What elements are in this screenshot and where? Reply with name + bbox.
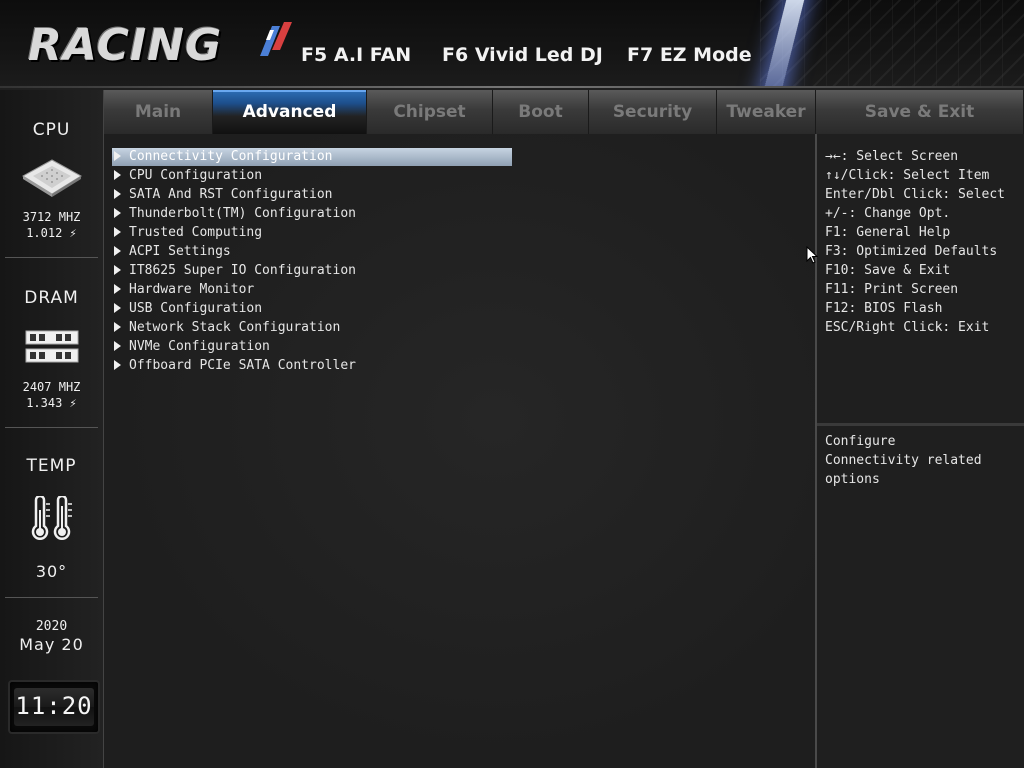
- submenu-arrow-icon: [114, 284, 121, 294]
- submenu-arrow-icon: [114, 360, 121, 370]
- help-panel: →←: Select Screen ↑↓/Click: Select Item …: [817, 134, 1024, 768]
- help-description-line: Configure: [825, 434, 896, 449]
- temp-title: TEMP: [26, 456, 77, 476]
- help-key-line: ESC/Right Click: Exit: [825, 320, 990, 335]
- help-key-line: F12: BIOS Flash: [825, 301, 943, 316]
- help-key-line: Enter/Dbl Click: Select: [825, 187, 1006, 202]
- tab-advanced[interactable]: Advanced: [213, 90, 367, 134]
- menu-item-connectivity[interactable]: Connectivity Configuration: [112, 148, 512, 166]
- menu-item-acpi[interactable]: ACPI Settings: [112, 243, 512, 261]
- cpu-frequency: 3712 MHZ: [22, 210, 81, 224]
- cpu-title: CPU: [32, 120, 71, 140]
- help-key-line: F11: Print Screen: [825, 282, 959, 297]
- flag-icon: [260, 22, 292, 56]
- submenu-arrow-icon: [114, 189, 121, 199]
- help-key-line: F1: General Help: [825, 225, 951, 240]
- temp-value: 30°: [35, 562, 68, 581]
- date-year: 2020: [35, 619, 68, 634]
- submenu-arrow-icon: [114, 151, 121, 161]
- racing-logo: RACING: [28, 18, 292, 74]
- date-month-day: May 20: [19, 635, 84, 654]
- menu-item-cpu[interactable]: CPU Configuration: [112, 167, 512, 185]
- dram-voltage: 1.343 ⚡: [26, 396, 77, 410]
- help-key-line: ↑↓/Click: Select Item: [825, 168, 990, 183]
- cpu-chip-icon: [0, 158, 103, 198]
- menu-item-usb[interactable]: USB Configuration: [112, 300, 512, 318]
- submenu-arrow-icon: [114, 170, 121, 180]
- help-description-line: options: [825, 472, 880, 487]
- submenu-arrow-icon: [114, 227, 121, 237]
- help-key-line: F3: Optimized Defaults: [825, 244, 998, 259]
- tab-save-exit[interactable]: Save & Exit: [816, 90, 1024, 134]
- help-description-line: Connectivity related: [825, 453, 982, 468]
- sidebar-divider: [5, 257, 98, 258]
- ez-mode-hotkey[interactable]: F7 EZ Mode: [627, 44, 752, 66]
- cpu-voltage: 1.012 ⚡: [26, 226, 77, 240]
- tab-main[interactable]: Main: [104, 90, 213, 134]
- submenu-arrow-icon: [114, 322, 121, 332]
- menu-item-sata-rst[interactable]: SATA And RST Configuration: [112, 186, 512, 204]
- tab-tweaker[interactable]: Tweaker: [717, 90, 816, 134]
- help-key-line: +/-: Change Opt.: [825, 206, 951, 221]
- menu-item-network-stack[interactable]: Network Stack Configuration: [112, 319, 512, 337]
- ram-module-icon: [0, 330, 103, 364]
- menu-item-thunderbolt[interactable]: Thunderbolt(TM) Configuration: [112, 205, 512, 223]
- sidebar-divider: [5, 427, 98, 428]
- submenu-arrow-icon: [114, 303, 121, 313]
- vivid-led-dj-hotkey[interactable]: F6 Vivid Led DJ: [442, 44, 603, 66]
- tab-boot[interactable]: Boot: [493, 90, 589, 134]
- help-key-line: F10: Save & Exit: [825, 263, 951, 278]
- menu-item-nvme[interactable]: NVMe Configuration: [112, 338, 512, 356]
- help-key-line: →←: Select Screen: [825, 149, 959, 164]
- header-bar: RACING F5 A.I FAN F6 Vivid Led DJ F7 EZ …: [0, 0, 1024, 88]
- dram-frequency: 2407 MHZ: [22, 380, 81, 394]
- menu-item-hardware-monitor[interactable]: Hardware Monitor: [112, 281, 512, 299]
- menu-item-trusted-computing[interactable]: Trusted Computing: [112, 224, 512, 242]
- clock-display: 11:20: [8, 680, 100, 734]
- submenu-arrow-icon: [114, 341, 121, 351]
- clock-time: 11:20: [14, 688, 94, 726]
- submenu-arrow-icon: [114, 246, 121, 256]
- tab-security[interactable]: Security: [589, 90, 717, 134]
- tab-bar: Main Advanced Chipset Boot Security Twea…: [104, 90, 1024, 134]
- dram-title: DRAM: [24, 288, 79, 308]
- advanced-menu-panel: Connectivity Configuration CPU Configura…: [104, 134, 817, 768]
- tab-chipset[interactable]: Chipset: [367, 90, 493, 134]
- sidebar-divider: [5, 597, 98, 598]
- logo-text: RACING: [28, 20, 223, 71]
- help-divider: [817, 423, 1024, 426]
- menu-item-super-io[interactable]: IT8625 Super IO Configuration: [112, 262, 512, 280]
- thermometer-icon: [0, 496, 103, 544]
- mouse-pointer-icon: [806, 246, 818, 264]
- ai-fan-hotkey[interactable]: F5 A.I FAN: [301, 44, 411, 66]
- menu-item-offboard-pcie-sata[interactable]: Offboard PCIe SATA Controller: [112, 357, 512, 375]
- submenu-arrow-icon: [114, 265, 121, 275]
- submenu-arrow-icon: [114, 208, 121, 218]
- status-sidebar: CPU 3712 MHZ 1.012 ⚡ DRAM 2407 MHZ 1.343…: [0, 90, 104, 768]
